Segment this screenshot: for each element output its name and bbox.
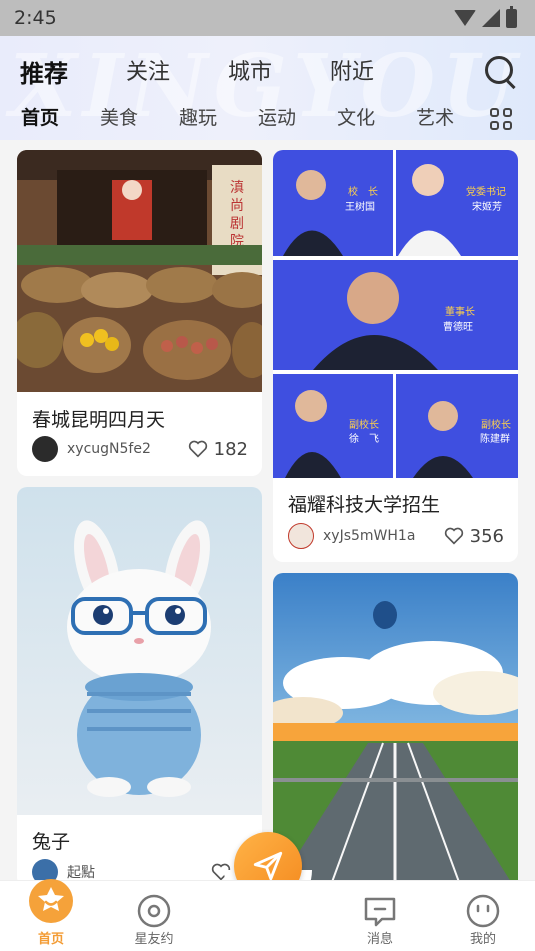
category-tab-art[interactable]: 艺术 <box>416 103 454 130</box>
battery-icon <box>506 5 517 28</box>
poster-role: 董事长 <box>445 305 475 318</box>
avatar[interactable] <box>32 436 58 462</box>
feed-card[interactable]: 滇 尚 剧 院 春城昆明四月天 xycugN5fe2 182 <box>17 150 262 476</box>
poster-role: 副校长 <box>481 418 511 431</box>
nav-label: 首页 <box>37 932 64 947</box>
nav-home[interactable]: 首页 <box>11 879 91 951</box>
category-tabs: 首页 美食 趣玩 运动 文化 艺术 <box>21 103 481 130</box>
tab-city[interactable]: 城市 <box>228 54 272 89</box>
paper-plane-icon <box>253 851 283 881</box>
smiley-icon <box>466 894 500 928</box>
nav-label: 星友约 <box>134 932 174 947</box>
poster-name: 徐 飞 <box>349 432 379 445</box>
chat-icon <box>364 897 396 927</box>
card-meta: xyJs5mWH1a 356 <box>288 523 504 549</box>
nav-messages[interactable]: 消息 <box>340 881 420 951</box>
heart-icon <box>444 527 463 545</box>
wifi-icon <box>454 10 476 26</box>
like-button[interactable]: 182 <box>188 439 248 460</box>
bottom-nav: 首页 星友约 消息 我的 <box>0 879 535 951</box>
poster-role: 校 长 <box>348 185 378 198</box>
signal-icon <box>482 9 500 27</box>
search-icon[interactable] <box>485 56 513 84</box>
home-icon <box>29 879 73 923</box>
like-button[interactable]: 356 <box>444 526 504 547</box>
category-tab-culture[interactable]: 文化 <box>337 103 375 130</box>
feed-card[interactable]: 校 长 王树国 党委书记 宋姬芳 董事长 曹德旺 副校长 徐 飞 副校长 陈建群… <box>273 150 518 562</box>
planet-icon <box>137 894 171 928</box>
category-tab-sports[interactable]: 运动 <box>258 103 296 130</box>
tab-recommend[interactable]: 推荐 <box>20 54 68 89</box>
landscape-photo <box>273 573 518 893</box>
header: XINGYOU 推荐 关注 城市 附近 首页 美食 趣玩 运动 文化 艺术 <box>0 36 535 140</box>
poster-name: 王树国 <box>345 200 375 213</box>
grid-menu-icon[interactable] <box>490 108 512 130</box>
category-tab-food[interactable]: 美食 <box>100 103 138 130</box>
feed-card[interactable] <box>273 573 518 893</box>
svg-text:剧: 剧 <box>230 216 244 232</box>
card-title: 兔子 <box>32 831 71 853</box>
feed-card[interactable]: 兔子 起點 4 <box>17 487 262 887</box>
card-title: 福耀科技大学招生 <box>288 494 441 516</box>
poster-role: 党委书记 <box>466 185 506 198</box>
poster-name: 曹德旺 <box>443 320 473 333</box>
card-title: 春城昆明四月天 <box>32 409 166 431</box>
card-meta: xycugN5fe2 182 <box>32 436 248 462</box>
avatar[interactable] <box>288 523 314 549</box>
status-time: 2:45 <box>14 7 57 29</box>
like-count: 356 <box>469 525 504 547</box>
tab-following[interactable]: 关注 <box>126 54 170 89</box>
svg-text:尚: 尚 <box>230 198 244 214</box>
nav-label: 消息 <box>366 932 393 947</box>
username[interactable]: xycugN5fe2 <box>67 441 188 457</box>
heart-icon <box>188 440 207 458</box>
status-bar: 2:45 <box>0 0 535 36</box>
nav-profile[interactable]: 我的 <box>443 881 523 951</box>
market-photo: 滇 尚 剧 院 <box>17 150 262 392</box>
poster-name: 陈建群 <box>480 432 510 445</box>
svg-text:滇: 滇 <box>230 180 244 196</box>
nav-label: 我的 <box>469 932 496 947</box>
poster-image: 校 长 王树国 党委书记 宋姬芳 董事长 曹德旺 副校长 徐 飞 副校长 陈建群 <box>273 150 518 478</box>
username[interactable]: 起點 <box>67 862 211 882</box>
poster-role: 副校长 <box>349 418 379 431</box>
category-tab-fun[interactable]: 趣玩 <box>179 103 217 130</box>
tab-nearby[interactable]: 附近 <box>330 54 374 89</box>
rabbit-photo <box>17 487 262 815</box>
category-tab-home[interactable]: 首页 <box>21 103 59 130</box>
username[interactable]: xyJs5mWH1a <box>323 528 444 544</box>
status-icons <box>454 5 517 28</box>
like-count: 182 <box>213 438 248 460</box>
main-tabs: 推荐 关注 城市 附近 <box>20 54 432 89</box>
nav-meetup[interactable]: 星友约 <box>114 881 194 951</box>
poster-name: 宋姬芳 <box>472 200 502 213</box>
